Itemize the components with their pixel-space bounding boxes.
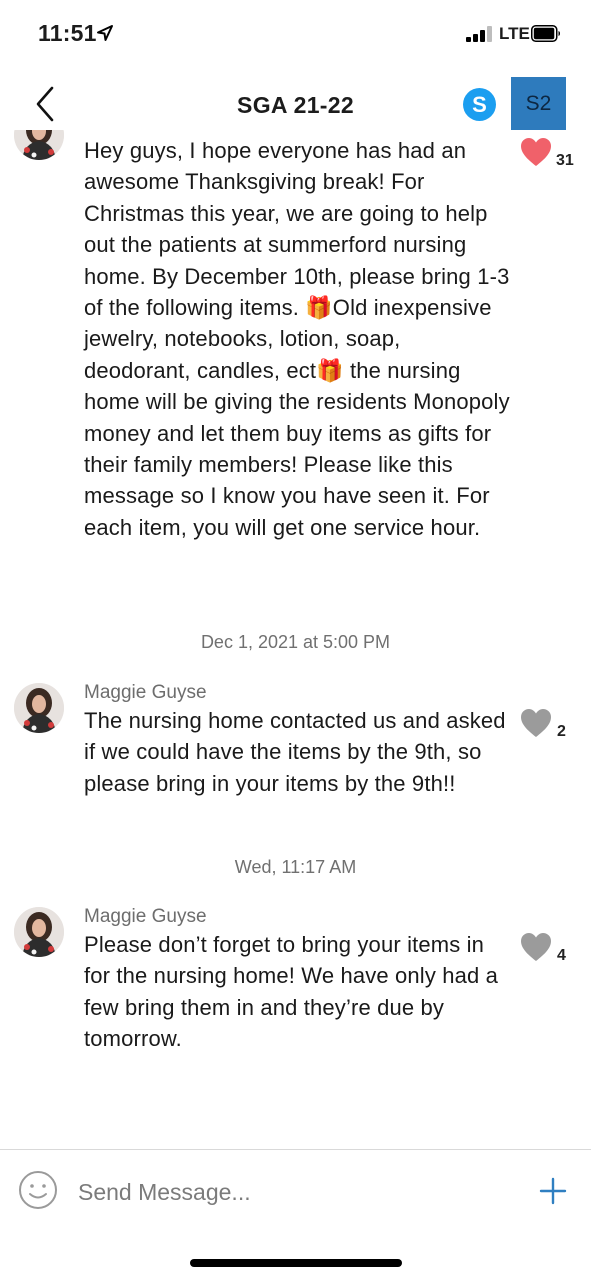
like-count: 31: [556, 152, 574, 169]
status-bar: 11:51 LTE: [0, 0, 591, 64]
message-item: Hey guys, I hope everyone has had an awe…: [0, 130, 591, 610]
message-item: Maggie Guyse The nursing home contacted …: [0, 680, 591, 830]
avatar-photo: [14, 130, 64, 160]
message-item: Maggie Guyse Please don’t forget to brin…: [0, 904, 591, 1054]
cellular-signal-icon: [466, 26, 494, 42]
message-text: Please don’t forget to bring your items …: [84, 932, 499, 1052]
sender-name: Maggie Guyse: [84, 906, 207, 927]
like-button[interactable]: [519, 707, 553, 739]
battery-icon: [531, 25, 560, 42]
status-time: 11:51: [38, 20, 97, 46]
avatar-photo: [14, 907, 64, 957]
message-input[interactable]: [78, 1174, 498, 1210]
message-text: Hey guys, I hope everyone has had an awe…: [84, 138, 510, 540]
avatar-photo: [14, 683, 64, 733]
network-type: LTE: [499, 24, 530, 43]
skype-icon: S: [472, 92, 487, 117]
message-composer: [0, 1149, 591, 1234]
group-avatar-initials: S2: [525, 92, 552, 115]
timestamp-divider: Dec 1, 2021 at 5:00 PM: [200, 632, 391, 652]
attach-button[interactable]: [538, 1176, 568, 1206]
smiley-icon: [19, 1171, 57, 1209]
sender-name: Maggie Guyse: [84, 682, 207, 703]
like-button[interactable]: [519, 136, 553, 168]
chat-title: SGA 21-22: [237, 92, 354, 118]
message-list[interactable]: Hey guys, I hope everyone has had an awe…: [0, 130, 591, 1145]
message-text: The nursing home contacted us and asked …: [84, 708, 506, 796]
location-arrow-icon: [97, 25, 113, 41]
home-indicator: [190, 1259, 402, 1267]
sender-avatar[interactable]: [14, 130, 64, 160]
heart-filled-icon: [521, 138, 551, 166]
plus-icon: [539, 1177, 567, 1205]
like-count: 4: [557, 947, 566, 964]
group-avatar-button[interactable]: S2: [511, 77, 566, 130]
like-button[interactable]: [519, 931, 553, 963]
app-screen: 11:51 LTE SGA 21-22 S S2 Hey guys, I hop…: [0, 0, 591, 1280]
heart-icon: [521, 933, 551, 961]
emoji-button[interactable]: [18, 1170, 58, 1210]
sender-avatar[interactable]: [14, 907, 64, 957]
like-count: 2: [557, 723, 566, 740]
timestamp-divider: Wed, 11:17 AM: [234, 857, 357, 877]
skype-call-button[interactable]: S: [463, 88, 496, 121]
sender-avatar[interactable]: [14, 683, 64, 733]
heart-icon: [521, 709, 551, 737]
